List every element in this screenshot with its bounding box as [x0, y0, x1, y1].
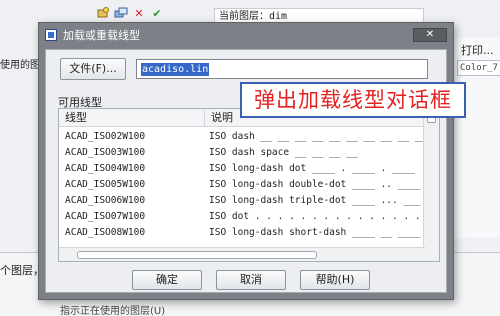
linetype-name: ACAD_ISO04W100	[65, 163, 146, 174]
horizontal-scroll-thumb[interactable]	[77, 251, 317, 259]
layer-toolbar: ✕ ✔	[96, 6, 164, 20]
column-header-linetype[interactable]: 线型	[59, 109, 205, 127]
dialog-app-icon	[45, 29, 57, 41]
file-name-value: acadiso.lin	[141, 63, 210, 76]
vertical-scrollbar[interactable]	[423, 109, 439, 261]
linetype-description: ISO long-dash dot ____ . ____ . ____	[209, 163, 415, 174]
linetype-description: ISO long-dash double-dot ____ .. ____	[209, 179, 421, 190]
linetype-description: ISO dash __ __ __ __ __ __ __ __ __ __	[209, 131, 425, 142]
delete-layer-icon[interactable]: ✕	[132, 6, 146, 20]
table-row[interactable]: ACAD_ISO03W100 ISO dash space __ __ __ _…	[59, 145, 425, 161]
close-icon: ✕	[425, 29, 435, 40]
file-name-field[interactable]: acadiso.lin	[136, 59, 428, 79]
table-row[interactable]: ACAD_ISO05W100 ISO long-dash double-dot …	[59, 177, 425, 193]
dialog-titlebar[interactable]: 加载或重载线型	[39, 23, 453, 47]
help-button[interactable]: 帮助(H)	[300, 270, 370, 290]
table-row[interactable]: ACAD_ISO04W100 ISO long-dash dot ____ . …	[59, 161, 425, 177]
linetype-name: ACAD_ISO02W100	[65, 131, 146, 142]
linetype-name: ACAD_ISO03W100	[65, 147, 146, 158]
dialog-title: 加载或重载线型	[63, 29, 140, 42]
file-button[interactable]: 文件(F)...	[60, 58, 126, 80]
indicate-used-option[interactable]: 指示正在使用的图层(U)	[60, 302, 165, 316]
linetype-description: ISO dash space __ __ __ __	[209, 147, 358, 158]
linetype-name: ACAD_ISO08W100	[65, 227, 146, 238]
linetype-rows: ACAD_ISO02W100 ISO dash __ __ __ __ __ _…	[59, 129, 425, 241]
linetype-description: ISO dot . . . . . . . . . . . . . . .	[209, 211, 421, 222]
layer-properties-panel: 打印... Color_7	[452, 38, 500, 238]
linetype-name: ACAD_ISO05W100	[65, 179, 146, 190]
linetype-name: ACAD_ISO07W100	[65, 211, 146, 222]
close-button[interactable]: ✕	[413, 28, 447, 42]
print-column-header: 打印...	[461, 44, 494, 57]
linetype-list[interactable]: 线型 说明 ACAD_ISO02W100 ISO dash __ __ __ _…	[58, 108, 440, 262]
horizontal-scrollbar[interactable]	[59, 247, 425, 261]
table-row[interactable]: ACAD_ISO07W100 ISO dot . . . . . . . . .…	[59, 209, 425, 225]
color-cell[interactable]: Color_7	[457, 60, 500, 76]
cancel-button[interactable]: 取消	[216, 270, 286, 290]
load-linetype-dialog: 加载或重载线型 ✕ 文件(F)... acadiso.lin 可用线型 线型 说…	[38, 22, 454, 300]
linetype-description: ISO long-dash short-dash ____ __ ____	[209, 227, 421, 238]
set-current-icon[interactable]: ✔	[150, 6, 164, 20]
ok-button[interactable]: 确定	[132, 270, 202, 290]
new-layer-icon[interactable]	[96, 6, 110, 20]
table-row[interactable]: ACAD_ISO06W100 ISO long-dash triple-dot …	[59, 193, 425, 209]
annotation-callout: 弹出加载线型对话框	[240, 82, 466, 118]
linetype-name: ACAD_ISO06W100	[65, 195, 146, 206]
table-row[interactable]: ACAD_ISO02W100 ISO dash __ __ __ __ __ _…	[59, 129, 425, 145]
linetype-description: ISO long-dash triple-dot ____ ... ___	[209, 195, 421, 206]
table-row[interactable]: ACAD_ISO08W100 ISO long-dash short-dash …	[59, 225, 425, 241]
layer-states-icon[interactable]	[114, 6, 128, 20]
